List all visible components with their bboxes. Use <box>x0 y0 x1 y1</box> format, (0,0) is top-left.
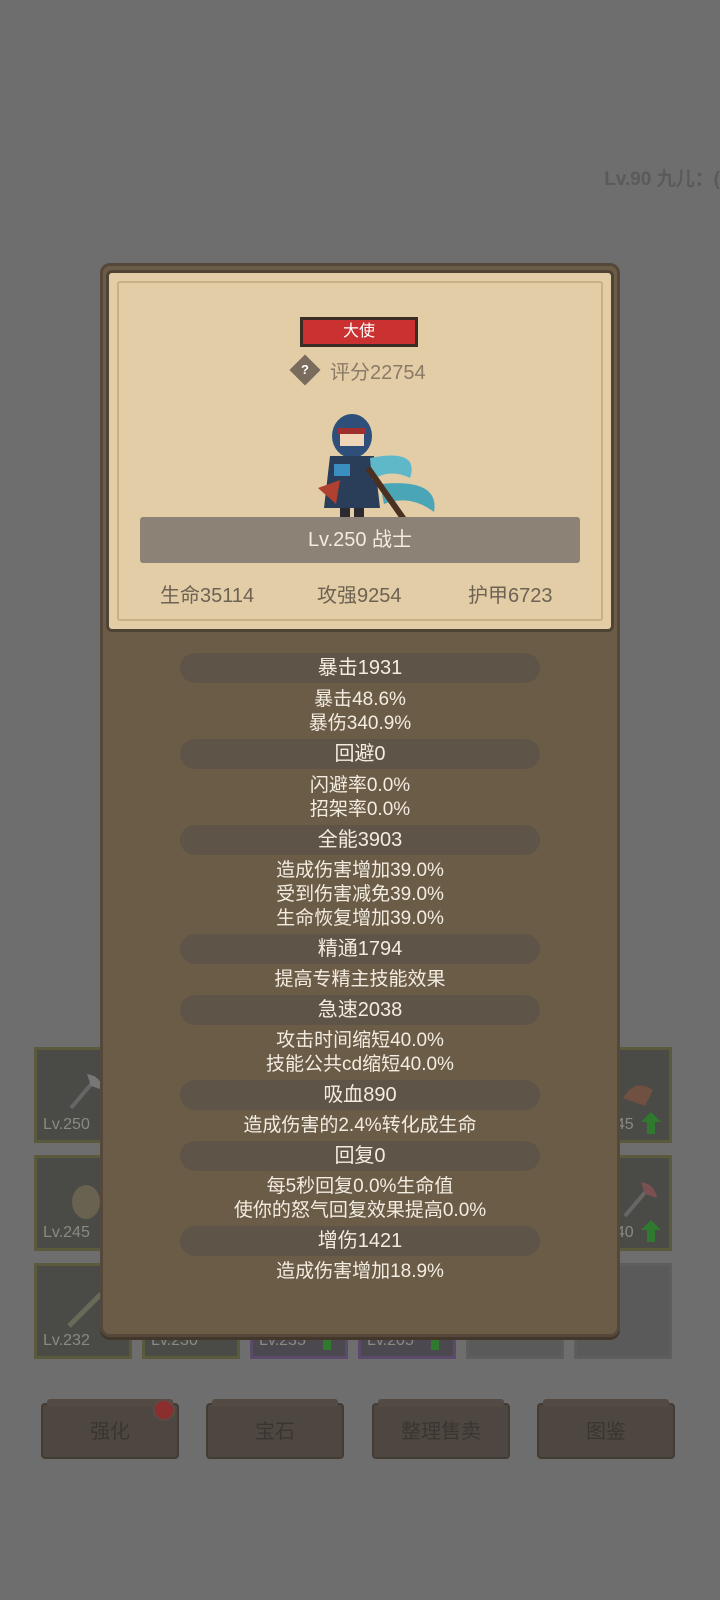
button-cap <box>543 1399 669 1407</box>
item-level: Lv.232 <box>43 1332 90 1349</box>
sort-sell-label: 整理售卖 <box>401 1421 481 1443</box>
score-row: ? 评分22754 <box>289 354 426 386</box>
armor-stat: 护甲6723 <box>468 585 553 607</box>
dodge-header: 回避0 <box>180 739 540 769</box>
button-cap <box>212 1399 338 1407</box>
hero-name-bar: Lv.250 战士 <box>140 517 580 563</box>
hp-stat: 生命35114 <box>160 585 255 607</box>
damage-bonus-line: 造成伤害增加18.9% <box>276 1261 444 1282</box>
lifesteal-header: 吸血890 <box>180 1080 540 1110</box>
crit-header: 暴击1931 <box>180 653 540 683</box>
versatility-line-3: 生命恢复增加39.0% <box>276 908 444 929</box>
versatility-line-1: 造成伤害增加39.0% <box>276 860 444 881</box>
sort-sell-button[interactable]: 整理售卖 <box>372 1399 510 1459</box>
versatility-header: 全能3903 <box>180 825 540 855</box>
notification-icon <box>153 1399 175 1421</box>
title-badge: 大使 <box>300 317 418 347</box>
player-info: Lv.90 九儿：( <box>604 169 720 190</box>
regen-header: 回复0 <box>180 1141 540 1171</box>
gauntlet-icon <box>623 1085 653 1106</box>
mastery-line: 提高专精主技能效果 <box>274 969 446 990</box>
evasion-line: 闪避率0.0% <box>309 775 411 796</box>
versatility-line-2: 受到伤害减免39.0% <box>276 884 444 905</box>
codex-label: 图鉴 <box>586 1421 626 1443</box>
gem-label: 宝石 <box>255 1421 295 1443</box>
axe-icon <box>623 1182 657 1218</box>
codex-button[interactable]: 图鉴 <box>537 1399 675 1459</box>
button-cap <box>378 1399 504 1407</box>
upgrade-arrow-icon <box>641 1112 661 1134</box>
upgrade-arrow-icon <box>641 1220 661 1242</box>
crit-damage-line: 暴伤340.9% <box>308 713 412 734</box>
help-icon[interactable]: ? <box>289 354 321 386</box>
lifesteal-line: 造成伤害的2.4%转化成生命 <box>243 1115 477 1136</box>
enhance-label: 强化 <box>90 1421 130 1443</box>
attack-stat: 攻强9254 <box>317 585 402 607</box>
enhance-button[interactable]: 强化 <box>41 1399 179 1459</box>
haste-line-1: 攻击时间缩短40.0% <box>276 1030 444 1051</box>
item-level: Lv.245 <box>43 1224 90 1241</box>
regen-line-2: 使你的怒气回复效果提高0.0% <box>233 1200 487 1221</box>
parry-line: 招架率0.0% <box>309 799 411 820</box>
gem-button[interactable]: 宝石 <box>206 1399 344 1459</box>
haste-header: 急速2038 <box>180 995 540 1025</box>
regen-line-1: 每5秒回复0.0%生命值 <box>266 1176 454 1197</box>
item-level: Lv.250 <box>43 1116 90 1133</box>
score-value: 评分22754 <box>330 361 426 384</box>
mastery-header: 精通1794 <box>180 934 540 964</box>
damage-bonus-header: 增伤1421 <box>180 1226 540 1256</box>
haste-line-2: 技能公共cd缩短40.0% <box>266 1054 454 1075</box>
crit-line: 暴击48.6% <box>314 689 406 710</box>
